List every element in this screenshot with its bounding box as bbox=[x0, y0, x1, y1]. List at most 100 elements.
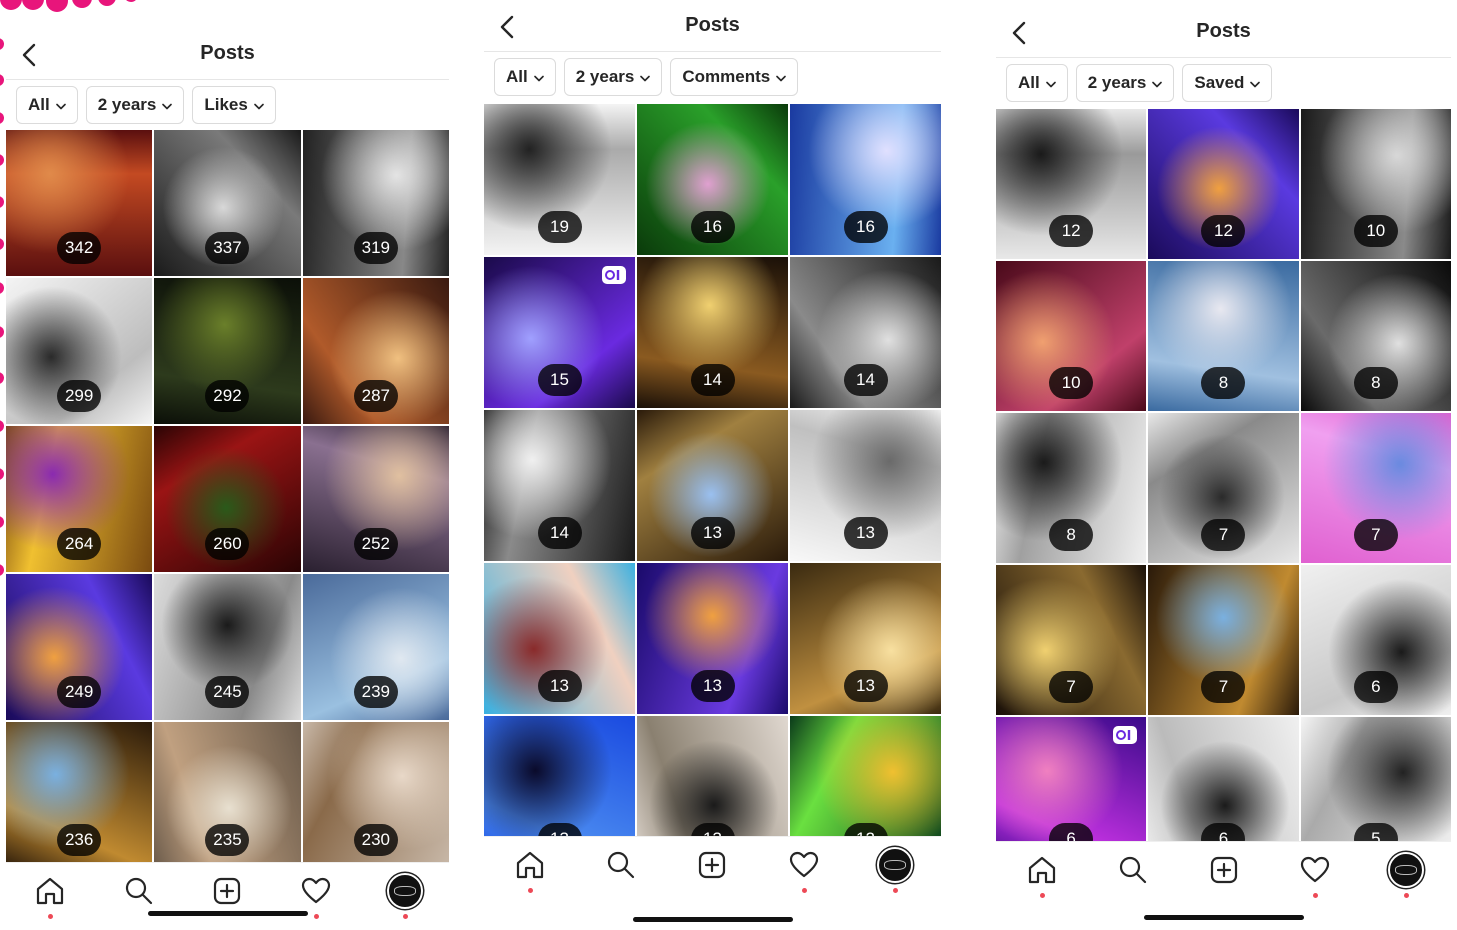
post-thumbnail[interactable]: 249 bbox=[6, 574, 153, 720]
post-count-badge: 252 bbox=[353, 528, 398, 560]
filter-type-dropdown[interactable]: All bbox=[1006, 64, 1068, 102]
post-thumbnail[interactable]: 230 bbox=[302, 722, 449, 862]
post-thumbnail[interactable]: 19 bbox=[484, 104, 635, 255]
post-thumbnail[interactable]: 14 bbox=[484, 410, 635, 561]
post-thumbnail[interactable]: 13 bbox=[484, 716, 635, 836]
add-post-tab[interactable] bbox=[692, 845, 732, 885]
post-thumbnail[interactable]: 12 bbox=[996, 109, 1147, 259]
post-thumbnail[interactable]: 245 bbox=[154, 574, 301, 720]
filter-label: All bbox=[28, 95, 50, 114]
search-tab[interactable] bbox=[119, 871, 159, 911]
post-thumbnail[interactable]: 7 bbox=[1148, 413, 1299, 563]
post-thumbnail[interactable]: 292 bbox=[154, 278, 301, 424]
filter-label: 2 years bbox=[575, 67, 635, 86]
post-thumbnail[interactable]: 6 bbox=[1300, 565, 1451, 715]
post-thumbnail[interactable]: 260 bbox=[154, 426, 301, 572]
post-thumbnail[interactable]: 6 bbox=[1148, 717, 1299, 841]
post-count-badge: 7 bbox=[1049, 671, 1094, 703]
post-thumbnail[interactable]: 16 bbox=[790, 104, 941, 255]
profile-tab[interactable] bbox=[875, 845, 915, 893]
filter-metric-dropdown[interactable]: Likes bbox=[192, 86, 276, 124]
decoration-dot bbox=[0, 238, 4, 250]
filter-bar: All 2 years Likes bbox=[16, 86, 439, 124]
post-thumbnail[interactable]: 14 bbox=[637, 257, 788, 408]
post-thumbnail[interactable]: 12 bbox=[790, 716, 941, 836]
post-count-badge: 13 bbox=[843, 517, 888, 549]
post-thumbnail[interactable]: 235 bbox=[154, 722, 301, 862]
post-thumbnail[interactable]: 10 bbox=[996, 261, 1147, 411]
post-thumbnail[interactable]: 13 bbox=[637, 410, 788, 561]
post-thumbnail[interactable]: 252 bbox=[302, 426, 449, 572]
heart-tab[interactable] bbox=[1295, 850, 1335, 898]
decoration-dot bbox=[0, 326, 4, 338]
search-tab[interactable] bbox=[1113, 850, 1153, 890]
post-thumbnail[interactable]: 337 bbox=[154, 130, 301, 276]
post-thumbnail[interactable]: 7 bbox=[1148, 565, 1299, 715]
post-thumbnail[interactable]: 16 bbox=[637, 104, 788, 255]
post-thumbnail[interactable]: 8 bbox=[996, 413, 1147, 563]
add-post-tab[interactable] bbox=[207, 871, 247, 911]
post-thumbnail[interactable]: 239 bbox=[302, 574, 449, 720]
post-thumbnail[interactable]: 14 bbox=[790, 257, 941, 408]
post-thumbnail[interactable]: 15 bbox=[484, 257, 635, 408]
post-thumbnail[interactable]: 13 bbox=[637, 716, 788, 836]
post-count-badge: 299 bbox=[57, 380, 102, 412]
home-indicator bbox=[147, 911, 308, 916]
decoration-dot bbox=[0, 468, 4, 480]
post-count-badge: 8 bbox=[1049, 519, 1094, 551]
post-thumbnail[interactable]: 13 bbox=[790, 563, 941, 714]
heart-tab[interactable] bbox=[784, 845, 824, 893]
filter-range-dropdown[interactable]: 2 years bbox=[563, 58, 663, 96]
tab-bar-row bbox=[996, 850, 1451, 898]
filter-range-dropdown[interactable]: 2 years bbox=[85, 86, 185, 124]
filter-type-dropdown[interactable]: All bbox=[494, 58, 556, 96]
heart-icon bbox=[1298, 853, 1332, 887]
post-thumbnail[interactable]: 287 bbox=[302, 278, 449, 424]
search-tab[interactable] bbox=[601, 845, 641, 885]
decoration-dot bbox=[98, 0, 116, 6]
chevron-left-icon[interactable] bbox=[16, 40, 44, 70]
search-icon bbox=[604, 848, 638, 882]
filter-range-dropdown[interactable]: 2 years bbox=[1075, 64, 1175, 102]
post-thumbnail[interactable]: 264 bbox=[6, 426, 153, 572]
home-tab[interactable] bbox=[30, 871, 70, 919]
home-tab[interactable] bbox=[510, 845, 550, 893]
post-count-badge: 12 bbox=[1049, 215, 1094, 247]
profile-tab[interactable] bbox=[385, 871, 425, 919]
post-thumbnail[interactable]: 10 bbox=[1300, 109, 1451, 259]
post-thumbnail[interactable]: 236 bbox=[6, 722, 153, 862]
post-thumbnail[interactable]: 13 bbox=[637, 563, 788, 714]
filter-metric-dropdown[interactable]: Saved bbox=[1182, 64, 1273, 102]
post-thumbnail[interactable]: 13 bbox=[790, 410, 941, 561]
heart-tab[interactable] bbox=[296, 871, 336, 919]
post-thumbnail[interactable]: 8 bbox=[1300, 261, 1451, 411]
post-thumbnail[interactable]: 5 bbox=[1300, 717, 1451, 841]
post-count-badge: 230 bbox=[353, 824, 398, 856]
decoration-dot bbox=[0, 112, 4, 124]
filter-metric-dropdown[interactable]: Comments bbox=[670, 58, 799, 96]
post-count-badge: 8 bbox=[1201, 367, 1246, 399]
filter-type-dropdown[interactable]: All bbox=[16, 86, 78, 124]
post-thumbnail[interactable]: 7 bbox=[1300, 413, 1451, 563]
filter-label: 2 years bbox=[97, 95, 157, 114]
post-count-badge: 13 bbox=[537, 670, 582, 702]
post-thumbnail[interactable]: 13 bbox=[484, 563, 635, 714]
post-count-badge: 239 bbox=[353, 676, 398, 708]
post-thumbnail[interactable]: 7 bbox=[996, 565, 1147, 715]
post-thumbnail[interactable]: 12 bbox=[1148, 109, 1299, 259]
chevron-left-icon[interactable] bbox=[494, 12, 522, 42]
add-post-icon bbox=[210, 874, 244, 908]
add-post-icon bbox=[1207, 853, 1241, 887]
post-thumbnail[interactable]: 342 bbox=[6, 130, 153, 276]
post-count-badge: 13 bbox=[690, 823, 735, 836]
screenshot-collage: Posts All 2 years Likes 342 337 319 299 292 287 26… bbox=[0, 0, 1457, 930]
post-thumbnail[interactable]: 8 bbox=[1148, 261, 1299, 411]
post-thumbnail[interactable]: 6 bbox=[996, 717, 1147, 841]
post-thumbnail[interactable]: 319 bbox=[302, 130, 449, 276]
post-thumbnail[interactable]: 299 bbox=[6, 278, 153, 424]
home-tab[interactable] bbox=[1022, 850, 1062, 898]
decoration-dot bbox=[0, 282, 4, 294]
profile-tab[interactable] bbox=[1386, 850, 1426, 898]
add-post-tab[interactable] bbox=[1204, 850, 1244, 890]
chevron-left-icon[interactable] bbox=[1006, 18, 1034, 48]
